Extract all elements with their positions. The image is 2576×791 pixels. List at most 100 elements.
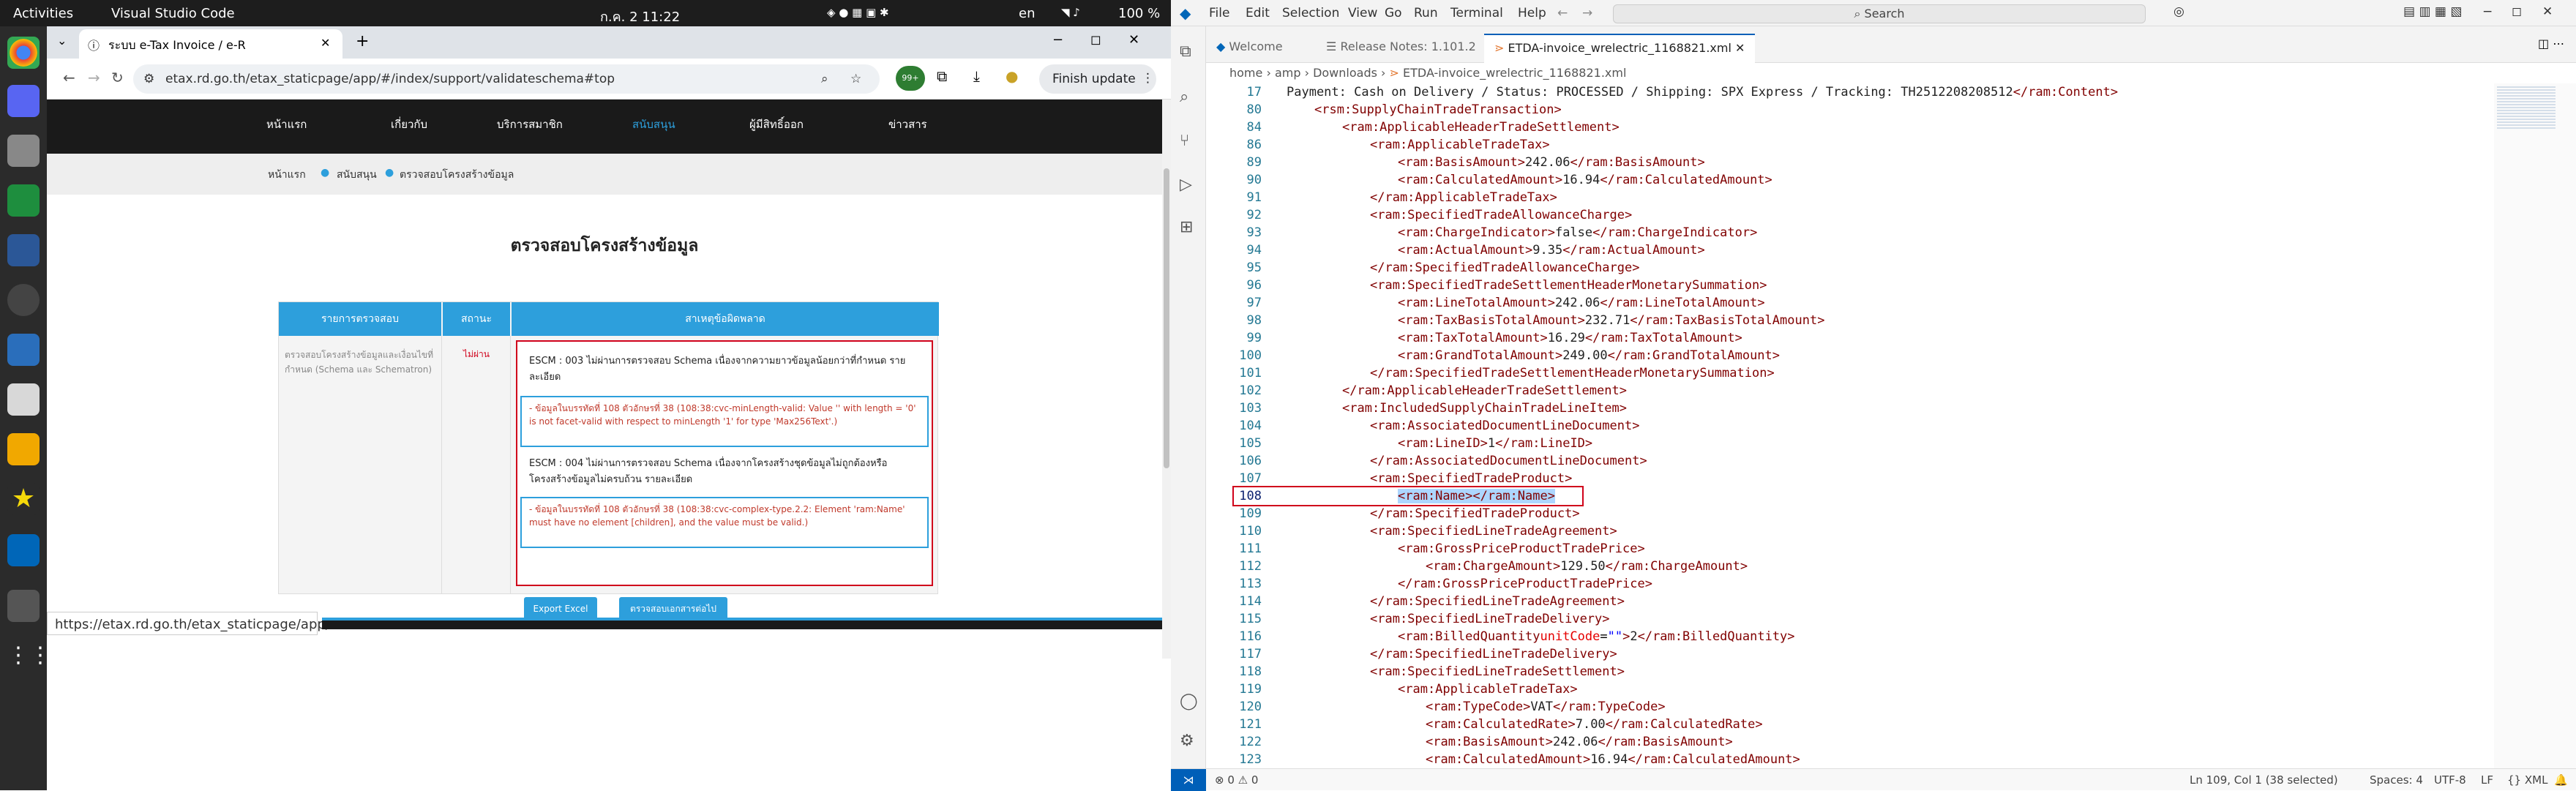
menu-terminal[interactable]: Terminal xyxy=(1450,6,1503,20)
minimize-button[interactable]: − xyxy=(2482,4,2493,19)
spreadsheet-icon[interactable] xyxy=(7,184,40,217)
layout-icons[interactable]: ▤ ▥ ▦ ▧ xyxy=(2403,4,2462,19)
tab-close-icon[interactable]: ✕ xyxy=(321,36,330,50)
minimap[interactable] xyxy=(2494,83,2576,768)
activities-button[interactable]: Activities xyxy=(13,6,73,21)
code-line[interactable]: </ram:ApplicableHeaderTradeSettlement> xyxy=(1287,382,1627,400)
breadcrumb-home[interactable]: หน้าแรก xyxy=(268,167,306,183)
code-line[interactable]: Payment: Cash on Delivery / Status: PROC… xyxy=(1287,83,2118,101)
run-debug-icon[interactable]: ▷ xyxy=(1180,176,1192,194)
page-scrollbar[interactable] xyxy=(1162,100,1171,659)
address-bar[interactable]: ⚙ etax.rd.go.th/etax_staticpage/app/#/in… xyxy=(133,64,880,94)
code-line[interactable]: <ram:TaxBasisTotalAmount>232.71</ram:Tax… xyxy=(1287,312,1824,329)
code-line[interactable]: <ram:AssociatedDocumentLineDocument> xyxy=(1287,417,1639,435)
source-control-icon[interactable]: ⑂ xyxy=(1180,132,1189,150)
code-line[interactable]: <ram:CalculatedAmount>16.94</ram:Calcula… xyxy=(1287,171,1772,189)
bookmark-star-icon[interactable]: ☆ xyxy=(850,72,861,86)
code-line[interactable]: <ram:SpecifiedLineTradeSettlement> xyxy=(1287,663,1625,681)
notifications-icon[interactable]: 🔔 xyxy=(2554,773,2568,787)
reload-button[interactable]: ↻ xyxy=(111,69,124,86)
code-line[interactable]: </ram:SpecifiedTradeSettlementHeaderMone… xyxy=(1287,364,1775,382)
forward-button[interactable]: → xyxy=(88,69,100,86)
remote-indicator-icon[interactable]: ⋊ xyxy=(1171,769,1206,791)
code-line[interactable]: <ram:SpecifiedTradeAllowanceCharge> xyxy=(1287,206,1632,224)
app-icon[interactable] xyxy=(7,234,40,266)
chrome-icon[interactable] xyxy=(7,37,40,69)
code-line[interactable]: </ram:SpecifiedLineTradeDelivery> xyxy=(1287,645,1617,663)
code-line[interactable]: <ram:TaxTotalAmount>16.29</ram:TaxTotalA… xyxy=(1287,329,1742,347)
command-center-search[interactable]: ⌕ Search xyxy=(1613,4,2146,23)
code-line[interactable]: <ram:CalculatedRate>7.00</ram:Calculated… xyxy=(1287,716,1763,733)
menu-go[interactable]: Go xyxy=(1385,6,1402,20)
code-line[interactable]: </ram:SpecifiedLineTradeAgreement> xyxy=(1287,593,1625,610)
site-info-icon[interactable]: ⚙ xyxy=(143,72,154,86)
code-line[interactable]: <ram:BilledQuantityunitCode="">2</ram:Bi… xyxy=(1287,628,1795,645)
tray-icons[interactable]: ◈ ● ▦ ▣ ✱ xyxy=(827,6,889,19)
code-line[interactable]: <ram:TypeCode>VAT</ram:TypeCode> xyxy=(1287,698,1666,716)
extensions-view-icon[interactable]: ⊞ xyxy=(1180,218,1193,236)
nav-member-services[interactable]: บริการสมาชิก xyxy=(497,116,563,133)
tab-close-icon[interactable]: ✕ xyxy=(1731,41,1745,55)
tab-welcome[interactable]: ◆ Welcome xyxy=(1206,34,1316,63)
code-line[interactable]: <ram:ApplicableTradeTax> xyxy=(1287,136,1550,154)
code-line[interactable]: <ram:SpecifiedLineTradeDelivery> xyxy=(1287,610,1610,628)
settings-gear-icon[interactable]: ⚙ xyxy=(1180,732,1194,750)
menu-file[interactable]: File xyxy=(1209,6,1229,20)
show-apps-icon[interactable]: ⋮⋮ xyxy=(7,640,51,672)
nav-forward-icon[interactable]: → xyxy=(1582,6,1592,20)
code-line[interactable]: <ram:BasisAmount>242.06</ram:BasisAmount… xyxy=(1287,733,1733,751)
code-line[interactable]: <ram:IncludedSupplyChainTradeLineItem> xyxy=(1287,400,1627,417)
zoom-icon[interactable]: ⌕ xyxy=(821,72,828,86)
crumb-downloads[interactable]: Downloads xyxy=(1313,66,1377,80)
accounts-icon[interactable]: ◯ xyxy=(1180,692,1198,711)
browser-tab[interactable]: ⓘ ระบบ e-Tax Invoice / e-R ✕ xyxy=(79,29,342,59)
files-icon[interactable] xyxy=(7,135,40,167)
nav-news[interactable]: ข่าวสาร xyxy=(888,116,927,133)
profile-avatar[interactable]: ● xyxy=(1006,67,1018,85)
code-line[interactable]: </ram:GrossPriceProductTradePrice> xyxy=(1287,575,1652,593)
input-language[interactable]: en xyxy=(1019,6,1035,21)
code-line[interactable]: <ram:CalculatedAmount>16.94</ram:Calcula… xyxy=(1287,751,1800,768)
code-line[interactable]: <ram:SpecifiedTradeProduct> xyxy=(1287,470,1572,487)
code-line[interactable]: <ram:LineTotalAmount>242.06</ram:LineTot… xyxy=(1287,294,1765,312)
code-line[interactable]: <ram:Name></ram:Name> xyxy=(1287,487,1555,505)
scrollbar-thumb[interactable] xyxy=(1164,168,1169,468)
search-view-icon[interactable]: ⌕ xyxy=(1180,88,1188,106)
vscode-icon[interactable] xyxy=(7,534,40,566)
nav-support[interactable]: สนับสนุน xyxy=(632,116,675,133)
menu-view[interactable]: View xyxy=(1348,6,1377,20)
back-button[interactable]: ← xyxy=(63,69,75,86)
code-line[interactable]: </ram:AssociatedDocumentLineDocument> xyxy=(1287,452,1647,470)
code-line[interactable]: <ram:BasisAmount>242.06</ram:BasisAmount… xyxy=(1287,154,1705,171)
document-icon[interactable] xyxy=(7,334,40,366)
text-editor-icon[interactable] xyxy=(7,383,40,416)
copilot-icon[interactable]: ◎ xyxy=(2174,4,2184,19)
menu-kebab-icon[interactable]: ⋮ xyxy=(1142,71,1154,86)
tab-list-icon[interactable]: ⌄ xyxy=(57,34,67,48)
code-line[interactable]: <ram:ApplicableHeaderTradeSettlement> xyxy=(1287,119,1620,136)
battery-level[interactable]: 100 % xyxy=(1118,6,1160,21)
code-line[interactable]: <ram:LineID>1</ram:LineID> xyxy=(1287,435,1592,452)
crumb-file[interactable]: ETDA-invoice_wrelectric_1168821.xml xyxy=(1403,66,1626,80)
nav-about[interactable]: เกี่ยวกับ xyxy=(391,116,427,133)
split-editor-icon[interactable]: ◫ ⋯ xyxy=(2538,37,2564,50)
problems-count[interactable]: ⊗ 0 ⚠ 0 xyxy=(1215,773,1258,787)
nav-home[interactable]: หน้าแรก xyxy=(266,116,307,133)
explorer-icon[interactable]: ⧉ xyxy=(1180,42,1191,61)
code-line[interactable]: <ram:ChargeIndicator>false</ram:ChargeIn… xyxy=(1287,224,1757,241)
code-line[interactable]: <ram:ApplicableTradeTax> xyxy=(1287,681,1578,698)
code-line[interactable]: <ram:SpecifiedLineTradeAgreement> xyxy=(1287,522,1617,540)
tab-release-notes[interactable]: ☰ Release Notes: 1.101.2 xyxy=(1316,34,1484,63)
star-app-icon[interactable]: ★ xyxy=(7,483,40,515)
app-icon-2[interactable] xyxy=(7,284,40,316)
nav-eligible-issuers[interactable]: ผู้มีสิทธิ์ออก xyxy=(749,116,804,133)
end-of-line[interactable]: LF xyxy=(2481,773,2493,787)
indentation[interactable]: Spaces: 4 xyxy=(2370,773,2423,787)
maximize-button[interactable]: ◻ xyxy=(2512,4,2522,19)
cursor-position[interactable]: Ln 109, Col 1 (38 selected) xyxy=(2190,773,2338,787)
menu-edit[interactable]: Edit xyxy=(1246,6,1270,20)
code-editor[interactable]: 17 Payment: Cash on Delivery / Status: PR… xyxy=(1206,83,2494,784)
finish-update-button[interactable]: Finish update ⋮ xyxy=(1039,64,1156,94)
maximize-button[interactable]: ◻ xyxy=(1090,32,1101,48)
new-tab-button[interactable]: + xyxy=(356,32,369,50)
